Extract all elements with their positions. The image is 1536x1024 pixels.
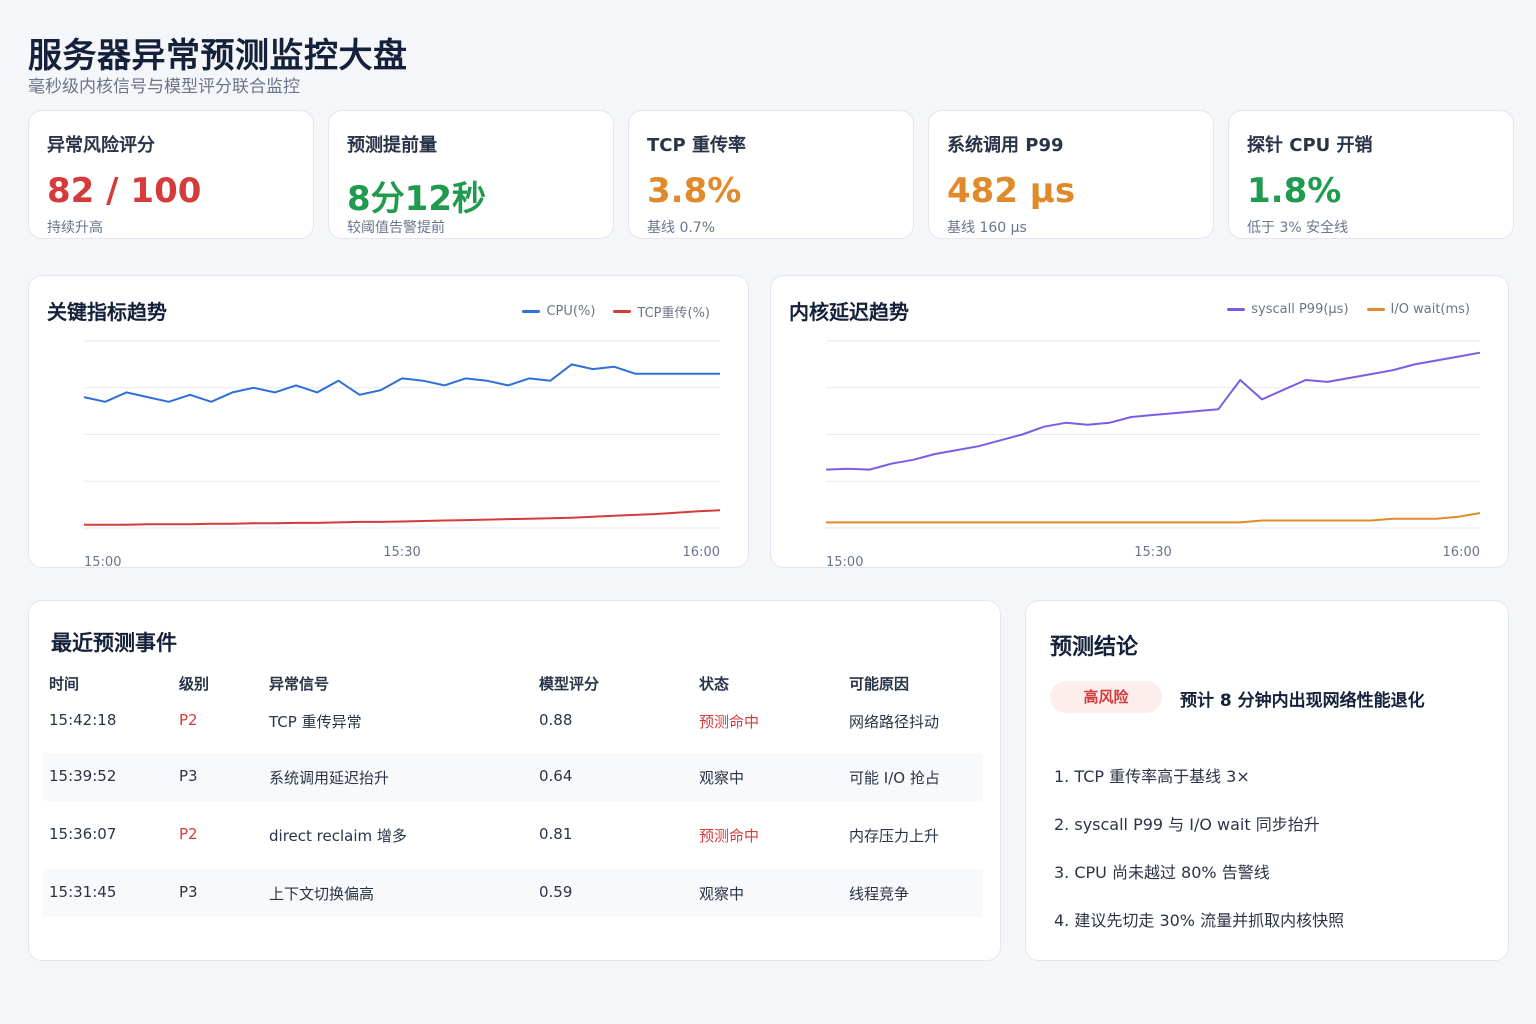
conclusion-card: 预测结论 高风险 预计 8 分钟内出现网络性能退化 1. TCP 重传率高于基线… <box>1025 600 1509 961</box>
table-row[interactable]: 15:39:52 P3 系统调用延迟抬升 0.64 观察中 可能 I/O 抢占 <box>43 753 983 801</box>
kpi-title: 异常风险评分 <box>47 135 155 156</box>
column-header: 模型评分 <box>539 675 600 693</box>
kpi-value: 1.8% <box>1247 171 1342 211</box>
kpi-value: 82 / 100 <box>47 171 202 211</box>
finding-item: 4. 建议先切走 30% 流量并抓取内核快照 <box>1054 911 1345 930</box>
kpi-value: 8分12秒 <box>347 179 486 219</box>
cell-level: P3 <box>179 883 198 901</box>
kpi-note: 基线 160 µs <box>947 220 1027 236</box>
cell-signal: direct reclaim 增多 <box>269 827 407 845</box>
cell-time: 15:42:18 <box>49 711 117 729</box>
chart-plot: 15:00 15:30 16:00 <box>825 340 1481 569</box>
column-header: 状态 <box>699 675 730 693</box>
cell-status: 观察中 <box>699 769 745 787</box>
page-title: 服务器异常预测监控大盘 <box>28 36 408 76</box>
table-row[interactable]: 15:31:45 P3 上下文切换偏高 0.59 观察中 线程竞争 <box>43 869 983 917</box>
events-card: 最近预测事件 时间 级别 异常信号 模型评分 状态 可能原因 15:42:18 … <box>28 600 1001 961</box>
kpi-title: 预测提前量 <box>347 135 437 156</box>
series-line-0 <box>825 351 1481 471</box>
kpi-card-risk-score: 异常风险评分 82 / 100 持续升高 <box>28 110 314 239</box>
series-line-1 <box>826 512 1481 524</box>
cell-time: 15:36:07 <box>49 825 117 843</box>
page-subtitle: 毫秒级内核信号与模型评分联合监控 <box>28 77 300 97</box>
table-row[interactable]: 15:36:07 P2 direct reclaim 增多 0.81 预测命中 … <box>43 811 983 859</box>
x-tick-label: 15:30 <box>383 545 420 560</box>
kpi-title: TCP 重传率 <box>647 135 746 156</box>
kpi-card-lead-time: 预测提前量 8分12秒 较阈值告警提前 <box>328 110 614 239</box>
table-row[interactable]: 15:42:18 P2 TCP 重传异常 0.88 预测命中 网络路径抖动 <box>43 697 983 745</box>
cell-score: 0.81 <box>539 825 573 843</box>
kpi-title: 系统调用 P99 <box>947 135 1064 156</box>
chart-card-key-metrics: 关键指标趋势 CPU(%) TCP重传(%) 15:00 15:30 16:00 <box>28 275 749 569</box>
cell-signal: 系统调用延迟抬升 <box>269 769 390 787</box>
kpi-card-probe-cpu: 探针 CPU 开销 1.8% 低于 3% 安全线 <box>1228 110 1514 239</box>
cell-level: P2 <box>179 825 198 843</box>
column-header: 时间 <box>49 675 80 693</box>
cell-score: 0.64 <box>539 767 573 785</box>
cell-time: 15:31:45 <box>49 883 117 901</box>
series-line-0 <box>83 363 720 403</box>
column-header: 异常信号 <box>269 675 330 693</box>
x-tick-label: 15:00 <box>84 555 121 569</box>
cell-score: 0.88 <box>539 711 573 729</box>
cell-status: 预测命中 <box>699 713 760 731</box>
events-title: 最近预测事件 <box>51 631 177 655</box>
kpi-note: 持续升高 <box>47 220 103 236</box>
cell-cause: 可能 I/O 抢占 <box>849 769 940 787</box>
chart-plot: 15:00 15:30 16:00 <box>83 340 721 569</box>
cell-level: P2 <box>179 711 198 729</box>
kpi-title: 探针 CPU 开销 <box>1247 135 1373 156</box>
chart-card-kernel-latency: 内核延迟趋势 syscall P99(µs) I/O wait(ms) 15:0… <box>770 275 1509 569</box>
x-tick-label: 15:00 <box>826 555 863 569</box>
risk-badge: 高风险 <box>1050 681 1162 713</box>
kpi-note: 较阈值告警提前 <box>347 220 445 236</box>
x-tick-label: 15:30 <box>1134 545 1171 560</box>
kpi-note: 低于 3% 安全线 <box>1247 220 1349 236</box>
column-header: 可能原因 <box>849 675 910 693</box>
x-tick-label: 16:00 <box>1443 545 1480 560</box>
cell-score: 0.59 <box>539 883 573 901</box>
finding-item: 1. TCP 重传率高于基线 3× <box>1054 767 1250 786</box>
cell-level: P3 <box>179 767 198 785</box>
kpi-value: 482 µs <box>947 171 1076 211</box>
conclusion-title: 预测结论 <box>1050 635 1139 660</box>
cell-status: 预测命中 <box>699 827 760 845</box>
column-header: 级别 <box>179 675 210 693</box>
cell-cause: 线程竞争 <box>849 885 910 903</box>
cell-signal: 上下文切换偏高 <box>269 885 375 903</box>
x-tick-label: 16:00 <box>683 545 720 560</box>
cell-time: 15:39:52 <box>49 767 117 785</box>
cell-cause: 网络路径抖动 <box>849 713 940 731</box>
cell-status: 观察中 <box>699 885 745 903</box>
kpi-card-syscall-p99: 系统调用 P99 482 µs 基线 160 µs <box>928 110 1214 239</box>
kpi-note: 基线 0.7% <box>647 220 716 236</box>
finding-item: 3. CPU 尚未越过 80% 告警线 <box>1054 863 1270 882</box>
cell-cause: 内存压力上升 <box>849 827 940 845</box>
series-line-1 <box>84 509 721 526</box>
cell-signal: TCP 重传异常 <box>269 713 362 731</box>
conclusion-headline: 预计 8 分钟内出现网络性能退化 <box>1180 691 1425 711</box>
kpi-card-tcp-retrans: TCP 重传率 3.8% 基线 0.7% <box>628 110 914 239</box>
kpi-value: 3.8% <box>647 171 742 211</box>
finding-item: 2. syscall P99 与 I/O wait 同步抬升 <box>1054 815 1320 834</box>
